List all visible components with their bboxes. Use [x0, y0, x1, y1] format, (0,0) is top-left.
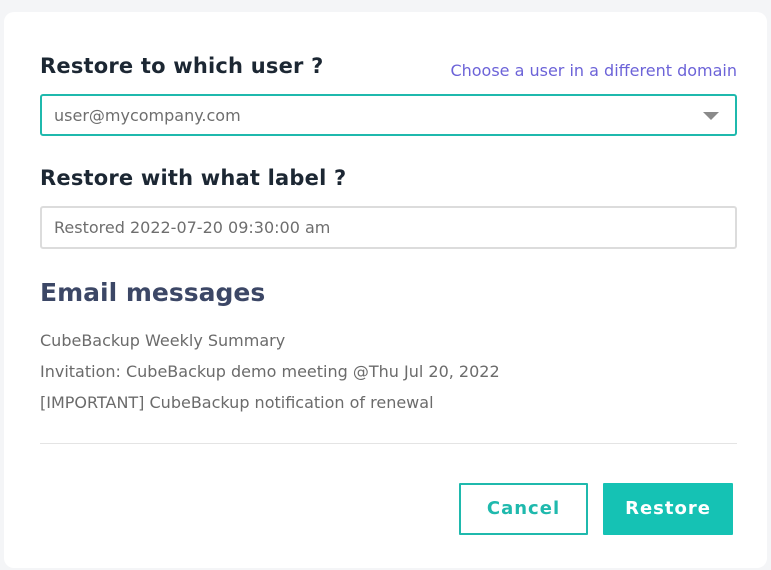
user-select[interactable]: user@mycompany.com	[40, 94, 737, 136]
email-message-item: Invitation: CubeBackup demo meeting @Thu…	[40, 362, 500, 381]
email-messages-heading: Email messages	[40, 278, 266, 307]
restore-button[interactable]: Restore	[603, 483, 733, 535]
restore-dialog: Restore to which user ? Choose a user in…	[4, 12, 767, 568]
restore-label-title: Restore with what label ?	[40, 166, 347, 190]
email-message-item: [IMPORTANT] CubeBackup notification of r…	[40, 393, 434, 412]
email-message-item: CubeBackup Weekly Summary	[40, 331, 286, 350]
email-message-list: CubeBackup Weekly Summary Invitation: Cu…	[40, 330, 500, 423]
user-select-value: user@mycompany.com	[54, 106, 241, 125]
restore-user-title: Restore to which user ?	[40, 54, 324, 78]
cancel-button[interactable]: Cancel	[459, 483, 588, 535]
different-domain-link[interactable]: Choose a user in a different domain	[450, 61, 737, 80]
chevron-down-icon	[703, 112, 719, 120]
label-input[interactable]	[40, 206, 737, 249]
divider	[40, 443, 737, 444]
